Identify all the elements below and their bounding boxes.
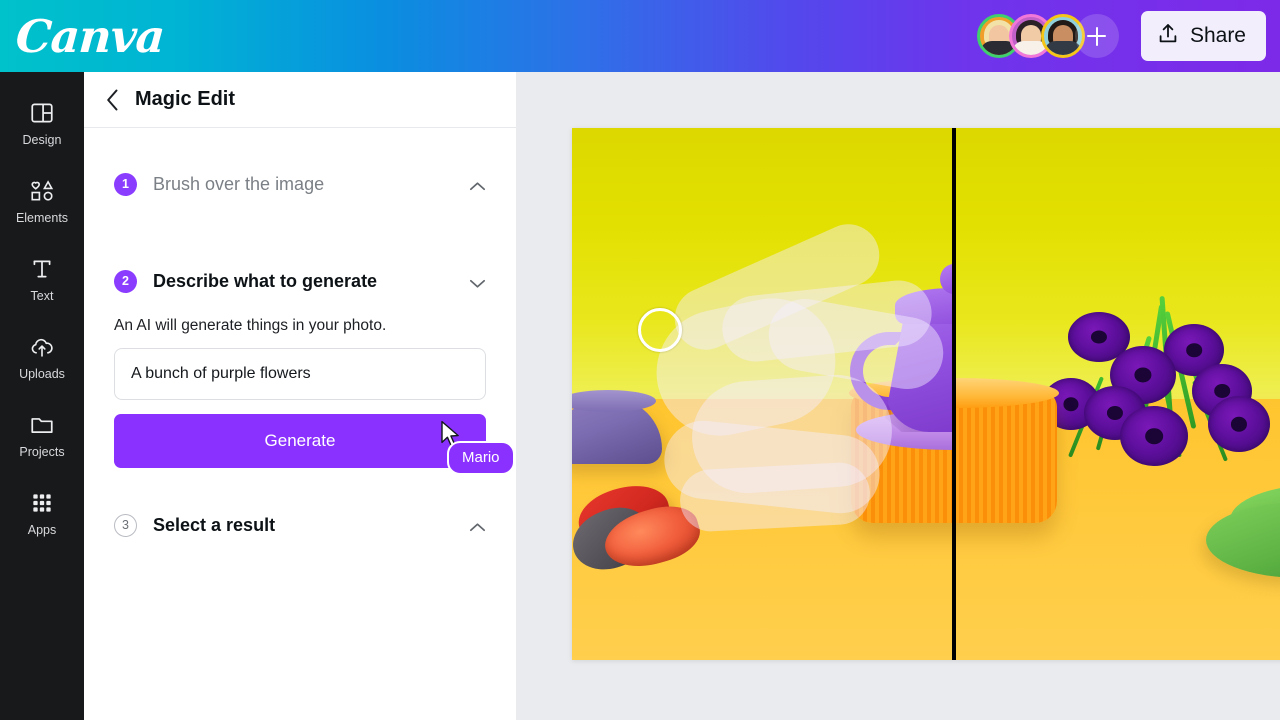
- scene-before: [572, 128, 954, 660]
- chevron-up-icon[interactable]: [469, 179, 486, 190]
- plus-icon[interactable]: [1074, 14, 1119, 58]
- step-label: Brush over the image: [153, 173, 325, 194]
- share-button-label: Share: [1189, 24, 1246, 47]
- sidebar-item-elements[interactable]: Elements: [0, 162, 84, 240]
- sidebar-item-uploads[interactable]: Uploads: [0, 318, 84, 396]
- purple-flower: [1208, 396, 1270, 452]
- step-select-a-result[interactable]: 3 Select a result: [84, 501, 516, 549]
- page-title: Magic Edit: [135, 88, 236, 110]
- design-layout-icon: [29, 100, 55, 126]
- sidebar-item-label: Uploads: [19, 366, 65, 381]
- top-bar: Canva Share: [0, 0, 1280, 72]
- panel-header: Magic Edit: [84, 72, 516, 128]
- helper-text: An AI will generate things in your photo…: [114, 317, 387, 334]
- sidebar-item-apps[interactable]: Apps: [0, 474, 84, 552]
- teapot-lid: [895, 288, 954, 324]
- canva-editor-window: Canva Share Design Elements Text Uploads…: [0, 0, 1280, 720]
- step-badge: 3: [114, 513, 137, 537]
- step-badge: 2: [114, 269, 137, 293]
- step-label: Select a result: [153, 514, 276, 535]
- step-describe-what-to-generate[interactable]: 2 Describe what to generate: [84, 257, 516, 305]
- left-tool-rail: Design Elements Text Uploads Projects Ap…: [0, 72, 84, 720]
- magic-edit-panel: Magic Edit 1 Brush over the image 2 Desc…: [84, 72, 516, 720]
- upload-share-icon: [1157, 22, 1179, 51]
- sidebar-item-projects[interactable]: Projects: [0, 396, 84, 474]
- generate-button[interactable]: Generate: [114, 414, 486, 468]
- step-brush-over-image[interactable]: 1 Brush over the image: [84, 160, 516, 208]
- topbar-right-group: Share: [976, 0, 1280, 72]
- sidebar-item-label: Elements: [15, 210, 69, 225]
- before-after-photo[interactable]: [572, 128, 1280, 660]
- brush-circle-cursor[interactable]: [638, 308, 682, 352]
- sidebar-item-label: Text: [30, 288, 54, 303]
- sidebar-item-label: Projects: [19, 444, 65, 459]
- prompt-input[interactable]: [114, 348, 486, 400]
- share-button[interactable]: Share: [1140, 11, 1266, 61]
- before-after-divider[interactable]: [952, 128, 956, 660]
- orange-ribbed-pot: [954, 378, 1059, 523]
- sidebar-item-label: Design: [22, 132, 62, 147]
- sidebar-item-design[interactable]: Design: [0, 84, 84, 162]
- prompt-field-wrapper: [84, 348, 516, 400]
- scene-after: [954, 128, 1280, 660]
- chevron-down-icon[interactable]: [469, 276, 486, 288]
- canvas-area[interactable]: [516, 72, 1280, 720]
- purple-flower: [1120, 406, 1188, 466]
- canva-logo[interactable]: Canva: [14, 10, 166, 63]
- chevron-up-icon[interactable]: [469, 520, 486, 531]
- cloud-upload-icon: [29, 334, 55, 360]
- folder-icon: [29, 412, 55, 438]
- grid-apps-icon: [29, 490, 55, 516]
- text-t-icon: [29, 256, 55, 282]
- step-badge: 1: [114, 172, 137, 196]
- photo-before-half: [572, 128, 954, 660]
- generate-button-wrapper: Generate: [84, 414, 516, 468]
- sidebar-item-label: Apps: [27, 522, 57, 537]
- brush-stroke: [664, 214, 890, 360]
- photo-after-half: [954, 128, 1280, 660]
- step-label: Describe what to generate: [153, 270, 378, 291]
- collaborator-avatars: [976, 14, 1119, 58]
- shapes-icon: [29, 178, 55, 204]
- sidebar-item-text[interactable]: Text: [0, 240, 84, 318]
- chevron-left-icon[interactable]: [106, 89, 119, 111]
